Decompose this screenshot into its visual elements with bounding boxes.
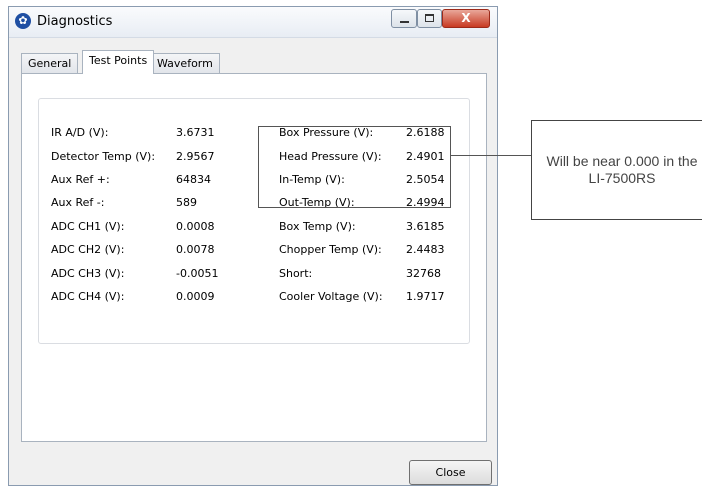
tab-waveform[interactable]: Waveform (150, 53, 220, 73)
callout-text: Will be near 0.000 in the LI-7500RS (546, 153, 698, 186)
ir-ad-value: 3.6731 (176, 126, 215, 139)
adc-ch3-label: ADC CH3 (V): (51, 267, 125, 280)
chopper-temp-label: Chopper Temp (V): (279, 243, 382, 256)
short-value: 32768 (406, 267, 441, 280)
cooler-voltage-label: Cooler Voltage (V): (279, 290, 383, 303)
minimize-icon (400, 21, 409, 23)
ir-ad-label: IR A/D (V): (51, 126, 109, 139)
maximize-icon (425, 14, 434, 22)
adc-ch1-label: ADC CH1 (V): (51, 220, 125, 233)
close-button[interactable]: Close (409, 460, 492, 485)
diagnostics-window: ✿ Diagnostics X General Test Points Wave… (8, 6, 498, 486)
aux-ref-plus-label: Aux Ref +: (51, 173, 110, 186)
close-window-button[interactable]: X (442, 9, 490, 28)
minimize-button[interactable] (391, 9, 417, 28)
cooler-voltage-value: 1.9717 (406, 290, 445, 303)
close-icon: X (461, 11, 471, 25)
adc-ch2-value: 0.0078 (176, 243, 215, 256)
callout-box: Will be near 0.000 in the LI-7500RS (531, 120, 702, 220)
adc-ch4-label: ADC CH4 (V): (51, 290, 125, 303)
highlight-box (258, 126, 451, 208)
detector-temp-label: Detector Temp (V): (51, 150, 156, 163)
adc-ch4-value: 0.0009 (176, 290, 215, 303)
adc-ch1-value: 0.0008 (176, 220, 215, 233)
tab-test-points[interactable]: Test Points (82, 50, 155, 74)
window-title: Diagnostics (37, 14, 113, 29)
chopper-temp-value: 2.4483 (406, 243, 445, 256)
aux-ref-minus-label: Aux Ref -: (51, 196, 105, 209)
adc-ch2-label: ADC CH2 (V): (51, 243, 125, 256)
tab-general[interactable]: General (21, 53, 79, 73)
callout-connector-line (451, 155, 531, 156)
adc-ch3-value: -0.0051 (176, 267, 219, 280)
detector-temp-value: 2.9567 (176, 150, 215, 163)
title-bar[interactable]: ✿ Diagnostics X (9, 7, 497, 38)
box-temp-label: Box Temp (V): (279, 220, 356, 233)
short-label: Short: (279, 267, 313, 280)
app-icon: ✿ (15, 13, 31, 29)
aux-ref-minus-value: 589 (176, 196, 197, 209)
aux-ref-plus-value: 64834 (176, 173, 211, 186)
box-temp-value: 3.6185 (406, 220, 445, 233)
maximize-button[interactable] (417, 9, 442, 28)
